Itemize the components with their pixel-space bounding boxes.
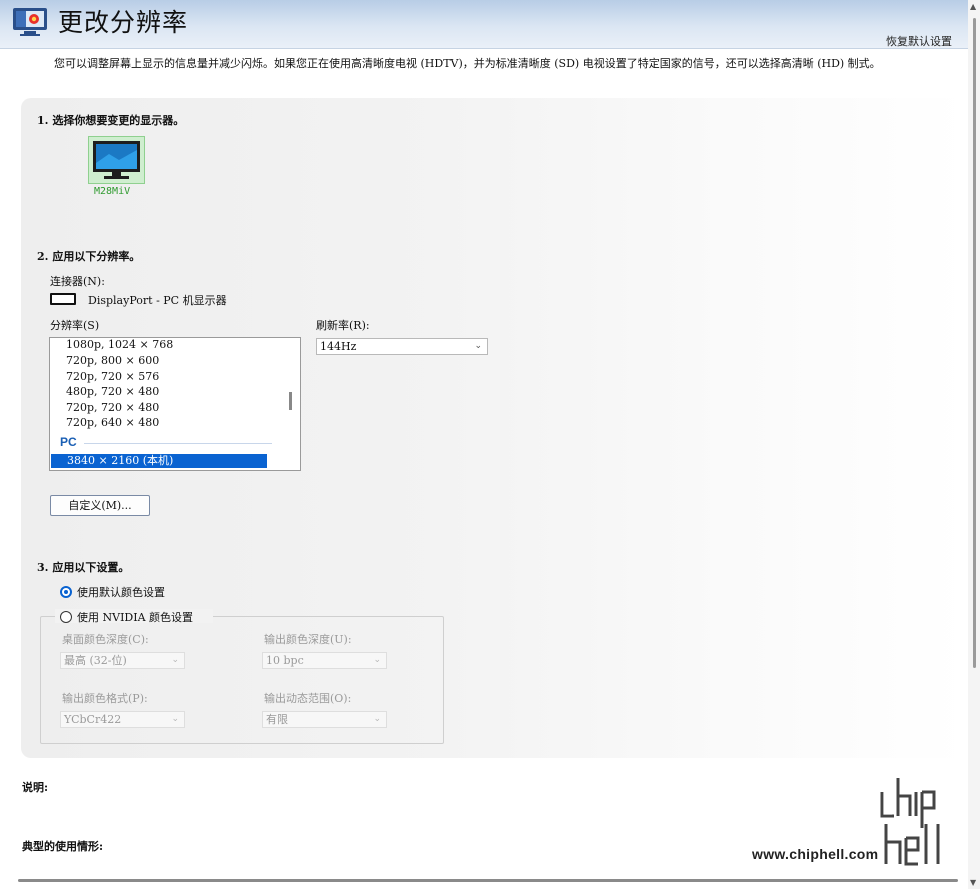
page-header: 更改分辨率 恢复默认设置: [0, 0, 968, 49]
desktop-color-depth-value: 最高 (32-位): [64, 654, 127, 667]
radio-default-color[interactable]: [60, 586, 72, 598]
list-item[interactable]: 720p, 640 × 480: [66, 416, 159, 429]
chiphell-logo-watermark: [880, 778, 940, 866]
section-2-heading: 2. 应用以下分辨率。: [37, 250, 141, 263]
group-divider: [84, 443, 272, 444]
output-color-format-select[interactable]: YCbCr422 ⌄: [60, 711, 185, 728]
resolution-label: 分辨率(S): [50, 319, 100, 332]
output-dynamic-range-value: 有限: [266, 713, 288, 726]
output-color-depth-select[interactable]: 10 bpc ⌄: [262, 652, 387, 669]
chevron-down-icon: ⌄: [171, 655, 179, 665]
output-color-depth-value: 10 bpc: [266, 654, 304, 667]
selected-resolution-item[interactable]: 3840 × 2160 (本机): [51, 454, 267, 468]
output-dynamic-range-label: 输出动态范围(O):: [264, 692, 352, 705]
radio-nvidia-color-label[interactable]: 使用 NVIDIA 颜色设置: [77, 609, 193, 625]
resolution-listbox[interactable]: 1080p, 1024 × 768 720p, 800 × 600 720p, …: [49, 337, 301, 471]
output-color-depth-label: 输出颜色深度(U):: [264, 633, 352, 646]
watermark-site-text: www.chiphell.com: [752, 846, 879, 862]
vertical-scrollbar-thumb[interactable]: [973, 18, 976, 668]
output-color-format-label: 输出颜色格式(P):: [62, 692, 148, 705]
monitor-icon: [93, 141, 140, 179]
listbox-scrollbar-thumb[interactable]: [289, 392, 292, 410]
explanation-label: 说明:: [22, 781, 49, 794]
chevron-down-icon: ⌄: [373, 655, 381, 665]
list-item[interactable]: 480p, 720 × 480: [66, 385, 159, 398]
displayport-connector-icon: [50, 293, 76, 305]
refresh-rate-select[interactable]: 144Hz ⌄: [316, 338, 488, 355]
vertical-scrollbar[interactable]: ▲ ▼: [968, 0, 980, 889]
chevron-down-icon: ⌄: [373, 714, 381, 724]
list-item[interactable]: 720p, 720 × 576: [66, 370, 159, 383]
list-group-header: PC: [60, 435, 77, 449]
customize-button[interactable]: 自定义(M)...: [50, 495, 150, 516]
refresh-rate-value: 144Hz: [320, 340, 357, 353]
section-1-heading: 1. 选择你想要变更的显示器。: [37, 114, 185, 127]
chevron-down-icon: ⌄: [171, 714, 179, 724]
list-item[interactable]: 1080p, 1024 × 768: [66, 338, 173, 351]
desktop-color-depth-select[interactable]: 最高 (32-位) ⌄: [60, 652, 185, 669]
section-3-heading: 3. 应用以下设置。: [37, 561, 130, 574]
output-dynamic-range-select[interactable]: 有限 ⌄: [262, 711, 387, 728]
restore-defaults-link[interactable]: 恢复默认设置: [886, 33, 952, 49]
scroll-down-arrow-icon[interactable]: ▼: [970, 878, 976, 887]
display-tile-m28miv[interactable]: [88, 136, 145, 184]
refresh-rate-label: 刷新率(R):: [316, 319, 370, 332]
chevron-down-icon: ⌄: [474, 341, 482, 351]
radio-nvidia-color[interactable]: [60, 611, 72, 623]
list-item[interactable]: 720p, 720 × 480: [66, 401, 159, 414]
usage-label: 典型的使用情形:: [22, 840, 104, 853]
page-description: 您可以调整屏幕上显示的信息量并减少闪烁。如果您正在使用高清晰度电视 (HDTV)…: [54, 57, 881, 70]
horizontal-scrollbar-thumb[interactable]: [18, 879, 958, 882]
connector-label: 连接器(N):: [50, 275, 105, 288]
desktop-color-depth-label: 桌面颜色深度(C):: [62, 633, 149, 646]
page-title: 更改分辨率: [58, 8, 189, 37]
scroll-up-arrow-icon[interactable]: ▲: [970, 2, 976, 11]
connector-value: DisplayPort - PC 机显示器: [88, 294, 227, 307]
list-item[interactable]: 720p, 800 × 600: [66, 354, 159, 367]
radio-default-color-label[interactable]: 使用默认颜色设置: [77, 584, 165, 600]
nvidia-display-app-icon: [13, 8, 47, 36]
output-color-format-value: YCbCr422: [64, 713, 122, 726]
display-name: M28MiV: [94, 186, 131, 197]
